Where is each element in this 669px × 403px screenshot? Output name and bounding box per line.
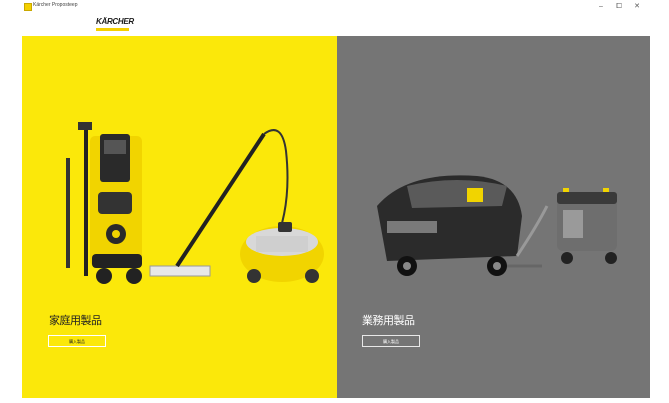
home-products-image bbox=[66, 122, 324, 284]
pro-products-image bbox=[377, 175, 617, 276]
title-bar: Kärcher Proposteep – ⧠ ✕ bbox=[22, 0, 650, 14]
home-products-panel[interactable]: 家庭用製品 購入製品 bbox=[22, 36, 337, 398]
app-window: Kärcher Proposteep – ⧠ ✕ KÄRCHER 家庭用製品 購… bbox=[22, 0, 650, 398]
pro-products-title: 業務用製品 bbox=[362, 315, 415, 327]
pro-products-panel[interactable]: 業務用製品 購入製品 bbox=[337, 36, 650, 398]
app-icon bbox=[24, 3, 32, 11]
logo-underline bbox=[96, 28, 129, 31]
home-products-title: 家庭用製品 bbox=[49, 315, 102, 327]
close-button[interactable]: ✕ bbox=[628, 1, 646, 12]
window-title: Kärcher Proposteep bbox=[33, 2, 78, 8]
pro-products-button[interactable]: 購入製品 bbox=[362, 335, 420, 347]
window-controls: – ⧠ ✕ bbox=[592, 1, 646, 12]
karcher-logo[interactable]: KÄRCHER bbox=[96, 17, 134, 26]
minimize-button[interactable]: – bbox=[592, 1, 610, 12]
home-products-button[interactable]: 購入製品 bbox=[48, 335, 106, 347]
maximize-button[interactable]: ⧠ bbox=[610, 1, 628, 12]
app-header: KÄRCHER bbox=[22, 14, 650, 36]
